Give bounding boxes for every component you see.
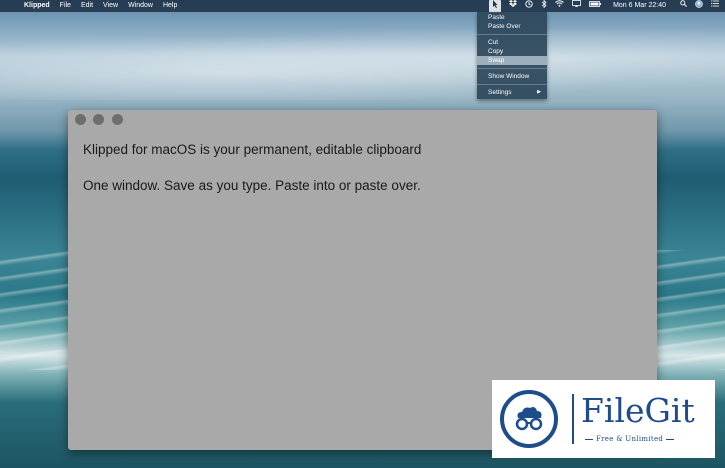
menu-edit[interactable]: Edit [81,0,93,12]
menu-separator [477,34,547,35]
menu-view[interactable]: View [103,0,118,12]
window-titlebar[interactable] [68,110,657,128]
klipped-status-icon[interactable] [489,0,502,13]
submenu-arrow-icon: ▶ [537,89,541,95]
window-minimize-button[interactable] [93,114,104,125]
menu-item-cut[interactable]: Cut [477,38,547,47]
user-avatar-icon[interactable] [695,0,703,13]
menu-item-paste-over[interactable]: Paste Over [477,22,547,31]
menu-window[interactable]: Window [128,0,153,12]
spotlight-search-icon[interactable] [680,0,687,12]
filegit-logo-icon [500,390,558,448]
status-area: Mon 6 Mar 22:40 [481,0,719,13]
menu-item-show-window[interactable]: Show Window [477,72,547,81]
text-line-1: Klipped for macOS is your permanent, edi… [83,142,422,157]
menu-item-settings[interactable]: Settings ▶ [477,88,547,97]
menu-item-settings-label: Settings [488,89,512,96]
time-machine-icon[interactable] [525,0,533,13]
watermark-brand: FileGit [581,391,695,430]
wifi-icon[interactable] [555,0,564,12]
menu-bar-clock[interactable]: Mon 6 Mar 22:40 [613,0,666,12]
menu-item-copy[interactable]: Copy [477,47,547,56]
clipboard-text-area[interactable]: Klipped for macOS is your permanent, edi… [68,128,657,194]
menu-item-swap[interactable]: Swap [477,56,547,65]
watermark-divider [572,394,574,444]
menu-item-paste[interactable]: Paste [477,13,547,22]
filegit-watermark: FileGit Free & Unlimited [492,380,715,458]
menu-bar: Klipped File Edit View Window Help Mon 6… [0,0,725,13]
notification-center-icon[interactable] [711,0,719,12]
airplay-icon[interactable] [572,0,581,12]
text-line-2: One window. Save as you type. Paste into… [83,178,421,193]
battery-icon[interactable] [589,0,602,12]
menu-file[interactable]: File [60,0,71,12]
desktop: Klipped File Edit View Window Help Mon 6… [0,0,725,468]
menu-separator [477,68,547,69]
menu-help[interactable]: Help [163,0,177,12]
window-close-button[interactable] [75,114,86,125]
menu-separator [477,84,547,85]
menu-app-klipped[interactable]: Klipped [24,0,50,12]
window-zoom-button[interactable] [112,114,123,125]
klipped-status-menu: Paste Paste Over Cut Copy Swap Show Wind… [477,12,547,99]
bluetooth-icon[interactable] [541,0,547,13]
watermark-tagline: Free & Unlimited [584,435,675,443]
dropbox-icon[interactable] [509,0,518,12]
